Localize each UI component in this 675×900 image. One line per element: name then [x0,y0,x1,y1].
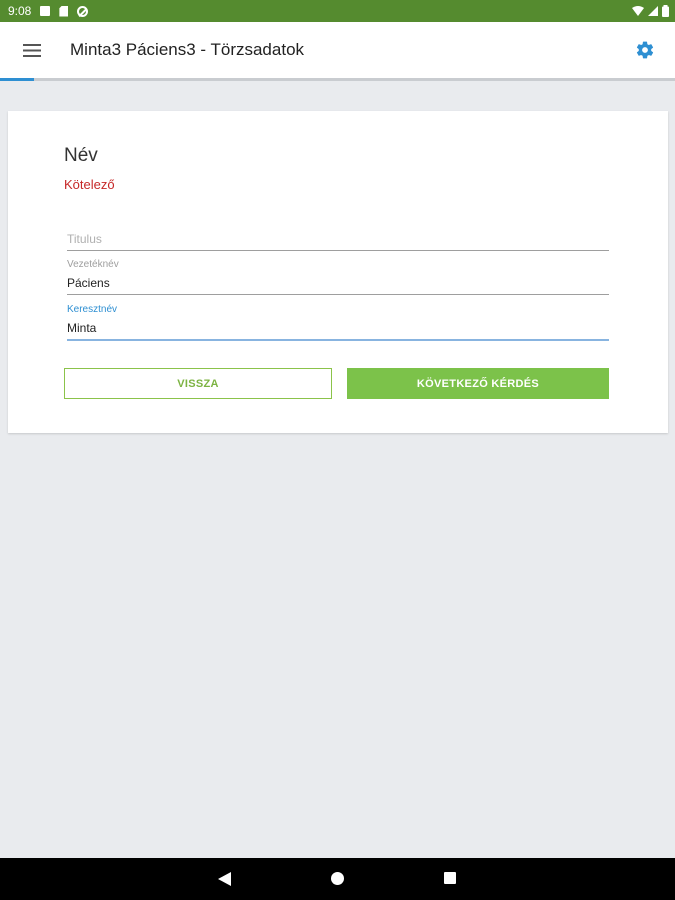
next-question-button[interactable]: KÖVETKEZŐ KÉRDÉS [347,368,609,399]
sd-card-icon [59,5,69,17]
last-name-field: Vezetéknév [67,259,609,295]
first-name-label: Keresztnév [67,304,118,315]
last-name-input[interactable] [67,273,609,295]
page-title: Minta3 Páciens3 - Törzsadatok [70,40,305,59]
back-nav-icon[interactable] [218,872,231,886]
question-title: Név [64,145,98,166]
data-saver-icon [77,5,89,17]
notification-icon [40,6,51,16]
title-input[interactable] [67,229,609,251]
first-name-input[interactable] [67,318,609,341]
status-bar: 9:08 [0,0,675,22]
last-name-label: Vezetéknév [67,259,119,270]
gear-icon [636,41,654,59]
required-label: Kötelező [64,177,115,192]
navigation-bar [0,858,675,900]
app-bar: Minta3 Páciens3 - Törzsadatok [0,22,675,78]
settings-button[interactable] [629,34,661,66]
title-field [67,229,609,251]
status-time: 9:08 [8,4,32,18]
progress-bar [0,78,675,81]
home-nav-icon[interactable] [331,872,344,885]
hamburger-menu-icon [23,43,41,57]
recents-nav-icon[interactable] [444,872,456,884]
first-name-field: Keresztnév [67,304,609,341]
status-left: 9:08 [8,4,89,18]
back-button[interactable]: VISSZA [64,368,332,399]
question-card: Név Kötelező Vezetéknév Keresztnév VISSZ… [8,111,668,433]
status-right [632,5,669,17]
signal-icon [648,6,658,16]
battery-icon [662,5,669,17]
wifi-icon [632,6,644,16]
progress-fill [0,78,34,81]
menu-button[interactable] [12,30,52,70]
